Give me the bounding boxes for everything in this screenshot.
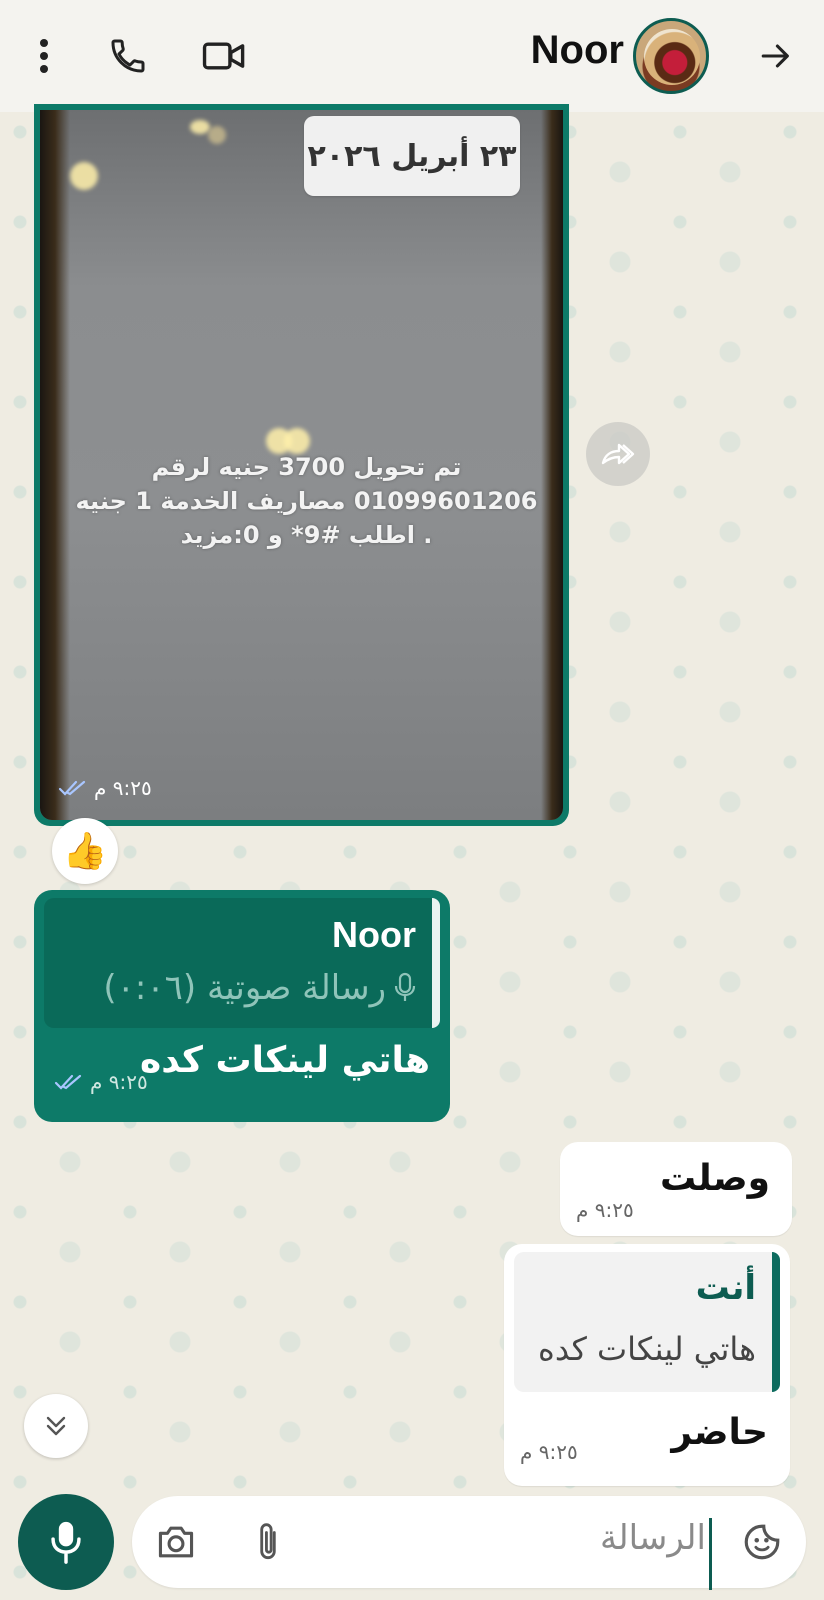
contact-avatar[interactable] xyxy=(633,18,709,94)
date-chip: ٢٣ أبريل ٢٠٢٦ xyxy=(304,116,520,196)
photo-attachment[interactable]: تم تحويل 3700 جنيه لرقم 01099601206 مصار… xyxy=(40,110,563,820)
outgoing-reply-bubble[interactable]: Noor رسالة صوتية (٠:٠٦) هاتي لينكات كده … xyxy=(34,890,450,1122)
attach-icon[interactable] xyxy=(244,1518,292,1566)
forward-button[interactable] xyxy=(586,422,650,486)
message-time: ٩:٢٥ م xyxy=(54,1070,148,1094)
message-input[interactable]: الرسالة xyxy=(600,1518,706,1558)
message-text: حاضر xyxy=(671,1412,768,1453)
read-receipt-icon xyxy=(58,780,86,796)
contact-name[interactable]: Noor xyxy=(531,28,624,73)
photo-text: تم تحويل 3700 جنيه لرقم 01099601206 مصار… xyxy=(75,453,538,549)
message-text: هاتي لينكات كده xyxy=(139,1040,430,1081)
quoted-voice-note: رسالة صوتية (٠:٠٦) xyxy=(103,968,416,1008)
sticker-icon[interactable] xyxy=(738,1518,786,1566)
message-text: وصلت xyxy=(660,1158,770,1199)
double-chevron-down-icon xyxy=(46,1416,66,1436)
video-call-icon[interactable] xyxy=(200,32,248,80)
voice-call-icon[interactable] xyxy=(104,32,152,80)
camera-icon[interactable] xyxy=(152,1518,200,1566)
quoted-text: هاتي لينكات كده xyxy=(538,1330,756,1368)
more-options-icon[interactable] xyxy=(20,32,68,80)
message-time: ٩:٢٥ م xyxy=(58,776,152,800)
text-cursor xyxy=(709,1518,712,1590)
message-time: ٩:٢٥ م xyxy=(520,1440,578,1464)
message-composer[interactable]: الرسالة xyxy=(132,1496,806,1590)
quoted-sender: أنت xyxy=(695,1268,756,1308)
incoming-reply-bubble[interactable]: أنت هاتي لينكات كده حاضر ٩:٢٥ م xyxy=(504,1244,790,1486)
forward-icon xyxy=(601,443,635,465)
quoted-message[interactable]: أنت هاتي لينكات كده xyxy=(514,1252,780,1392)
quoted-sender: Noor xyxy=(332,914,416,955)
scroll-to-bottom-button[interactable] xyxy=(24,1394,88,1458)
microphone-icon xyxy=(51,1521,81,1564)
chat-header: Noor xyxy=(0,0,824,112)
read-receipt-icon xyxy=(54,1074,82,1090)
message-time: ٩:٢٥ م xyxy=(576,1198,634,1222)
microphone-icon xyxy=(394,972,416,1001)
back-arrow-icon[interactable] xyxy=(752,32,800,80)
reaction-badge[interactable]: 👍 xyxy=(52,818,118,884)
voice-record-button[interactable] xyxy=(18,1494,114,1590)
quoted-message[interactable]: Noor رسالة صوتية (٠:٠٦) xyxy=(44,898,440,1028)
incoming-message-bubble[interactable]: وصلت ٩:٢٥ م xyxy=(560,1142,792,1236)
image-message-bubble[interactable]: تم تحويل 3700 جنيه لرقم 01099601206 مصار… xyxy=(34,104,569,826)
